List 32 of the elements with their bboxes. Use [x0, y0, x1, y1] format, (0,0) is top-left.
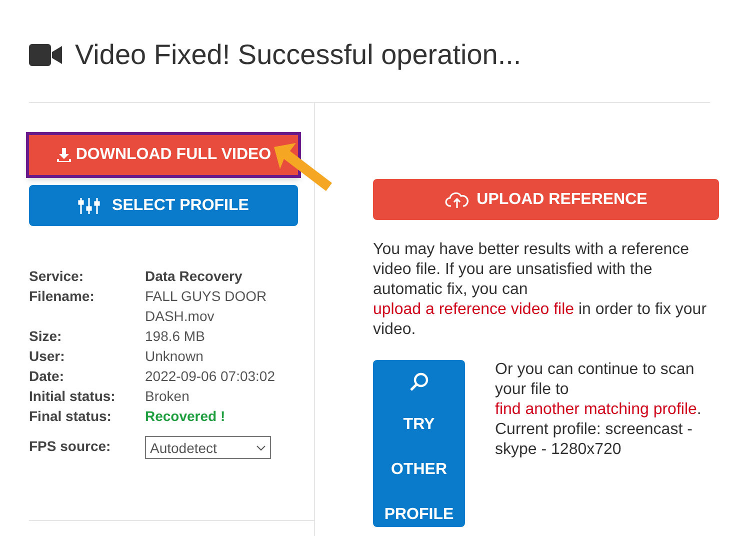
link[interactable]: upload a reference video file — [373, 301, 574, 318]
detail-label: Final status: — [29, 407, 112, 426]
search-icon — [409, 372, 429, 392]
detail-value: Recovered ! — [145, 407, 226, 426]
detail-label: Initial status: — [29, 387, 116, 406]
detail-label: FPS source: — [29, 437, 112, 456]
download-icon — [56, 147, 72, 163]
page-title: Video Fixed! Successful operation... — [75, 38, 522, 72]
try-other-profile-button[interactable]: TRY OTHER PROFILE — [373, 360, 465, 527]
detail-value: Broken — [145, 387, 190, 406]
select-profile-button[interactable]: SELECT PROFILE — [29, 185, 298, 226]
cloud-upload-icon — [444, 190, 469, 208]
sliders-icon — [78, 196, 100, 214]
detail-label: User: — [29, 347, 66, 366]
link[interactable]: find another matching profile — [495, 401, 697, 418]
detail-value: FALL GUYS DOOR DASH.mov — [145, 287, 268, 326]
detail-value: 198.6 MB — [145, 327, 206, 346]
detail-value: Unknown — [145, 347, 204, 366]
chevron-down-icon — [256, 444, 266, 450]
detail-value: 2022-09-06 07:03:02 — [145, 367, 276, 386]
detail-label: Size: — [29, 327, 63, 346]
video-camera-icon — [29, 43, 63, 67]
download-button[interactable]: DOWNLOAD FULL VIDEO — [26, 132, 301, 178]
detail-label: Date: — [29, 367, 66, 386]
detail-label: Filename: — [29, 287, 96, 306]
arrow-icon — [272, 141, 334, 193]
upload-reference-button[interactable]: UPLOAD REFERENCE — [373, 179, 719, 220]
detail-value: Data Recovery — [145, 267, 244, 286]
reference-paragraph: You may have better results with a reference video file. If you are unsatisfied with the automatic fix, you can upload a reference video file in order to fix your video. — [373, 240, 708, 340]
detail-label: Service: — [29, 267, 84, 286]
fps-source-select[interactable]: Autodetect — [145, 436, 271, 459]
profile-paragraph: Or you can continue to scan your file to find another matching profile. Current profile: screencast - skype - 1280x720 — [495, 360, 702, 460]
